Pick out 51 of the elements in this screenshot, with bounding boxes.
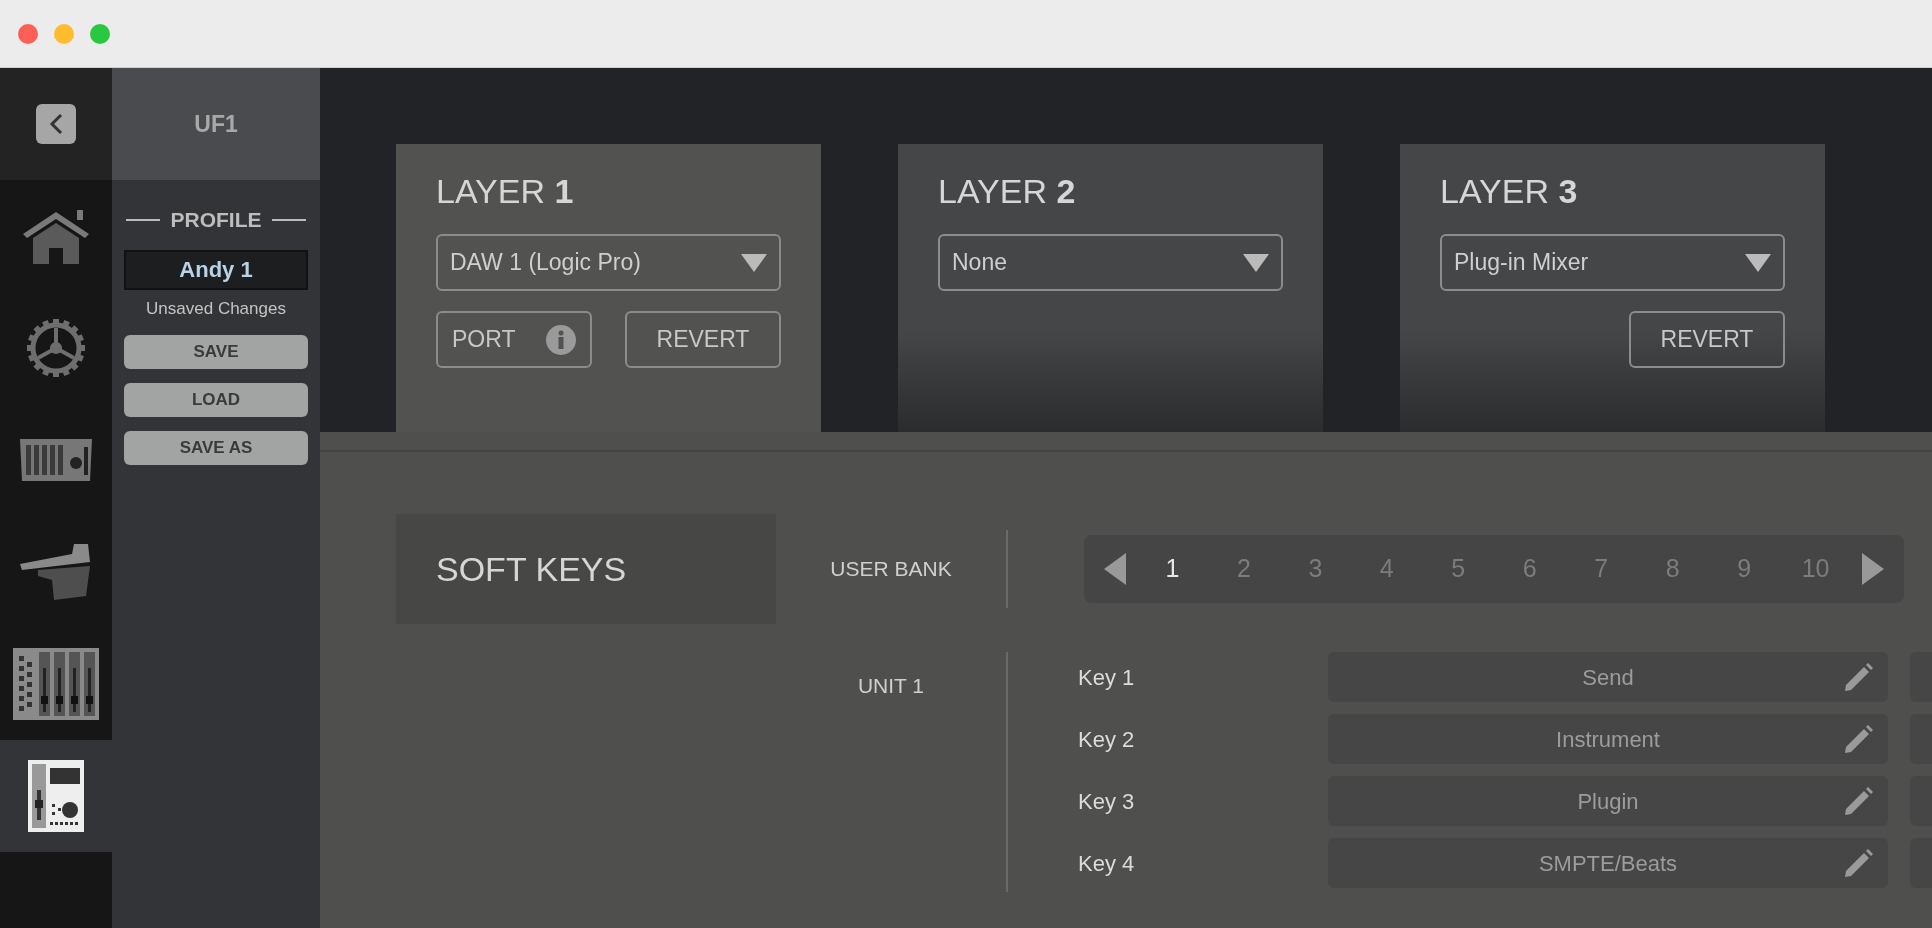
- dropdown-caret-icon: [1243, 253, 1269, 272]
- key-label: Key 1: [1078, 663, 1136, 692]
- pencil-icon: [1842, 661, 1874, 693]
- pencil-icon: [1842, 723, 1874, 755]
- key-assignment-field[interactable]: Plugin: [1328, 776, 1888, 826]
- profile-button[interactable]: SAVE AS: [124, 431, 308, 465]
- key-assignment-field[interactable]: Send: [1328, 652, 1888, 702]
- user-bank-label: USER BANK: [829, 556, 953, 583]
- device-name: UF1: [194, 109, 238, 139]
- layer-title: LAYER 2: [938, 174, 1077, 208]
- key-label: Key 3: [1078, 787, 1136, 816]
- bank-number[interactable]: 1: [1147, 550, 1198, 588]
- gear-icon: [26, 318, 86, 378]
- layer-card[interactable]: LAYER 3 Plug-in Mixer REVERT: [1400, 144, 1825, 432]
- layer-title: LAYER 3: [1440, 174, 1579, 208]
- key-assignment-field[interactable]: Instrument: [1328, 714, 1888, 764]
- layer-dropdown[interactable]: None: [938, 234, 1283, 291]
- unsaved-changes-label: Unsaved Changes: [146, 297, 286, 320]
- home-icon: [21, 208, 91, 264]
- port-button[interactable]: PORT: [436, 311, 592, 368]
- layer-card[interactable]: LAYER 2 None: [898, 144, 1323, 432]
- layer-card[interactable]: LAYER 1 DAW 1 (Logic Pro) PORT REVERT: [396, 144, 821, 432]
- profile-button[interactable]: LOAD: [124, 383, 308, 417]
- close-window-button[interactable]: [18, 23, 38, 44]
- layer-dropdown[interactable]: Plug-in Mixer: [1440, 234, 1785, 291]
- mixer-icon: [13, 648, 99, 720]
- nav-item[interactable]: [0, 740, 112, 852]
- profile-heading: PROFILE: [170, 207, 262, 233]
- zoom-window-button[interactable]: [90, 23, 110, 44]
- previous-bank-icon[interactable]: [1104, 553, 1126, 585]
- layer-title: LAYER 1: [436, 174, 575, 208]
- control-unit-icon: [28, 760, 84, 832]
- back-button[interactable]: [36, 104, 76, 144]
- info-icon: [546, 324, 576, 355]
- key-label: Key 4: [1078, 849, 1136, 878]
- profile-name-field[interactable]: Andy 1: [124, 249, 308, 290]
- revert-button[interactable]: REVERT: [625, 311, 781, 368]
- chevron-left-icon: [49, 113, 63, 135]
- dropdown-caret-icon: [1745, 253, 1771, 272]
- soft-keys-title: SOFT KEYS: [436, 548, 627, 590]
- dropdown-caret-icon: [741, 253, 767, 272]
- layer-dropdown[interactable]: DAW 1 (Logic Pro): [436, 234, 781, 291]
- unit-label: UNIT 1: [857, 673, 925, 699]
- profile-button[interactable]: SAVE: [124, 335, 308, 369]
- pencil-icon: [1842, 785, 1874, 817]
- next-bank-icon[interactable]: [1862, 553, 1884, 585]
- key-assignment-field[interactable]: SMPTE/Beats: [1328, 838, 1888, 888]
- key-label: Key 2: [1078, 725, 1136, 754]
- revert-button[interactable]: REVERT: [1629, 311, 1785, 368]
- console-icon: [18, 437, 94, 483]
- pencil-icon: [1842, 847, 1874, 879]
